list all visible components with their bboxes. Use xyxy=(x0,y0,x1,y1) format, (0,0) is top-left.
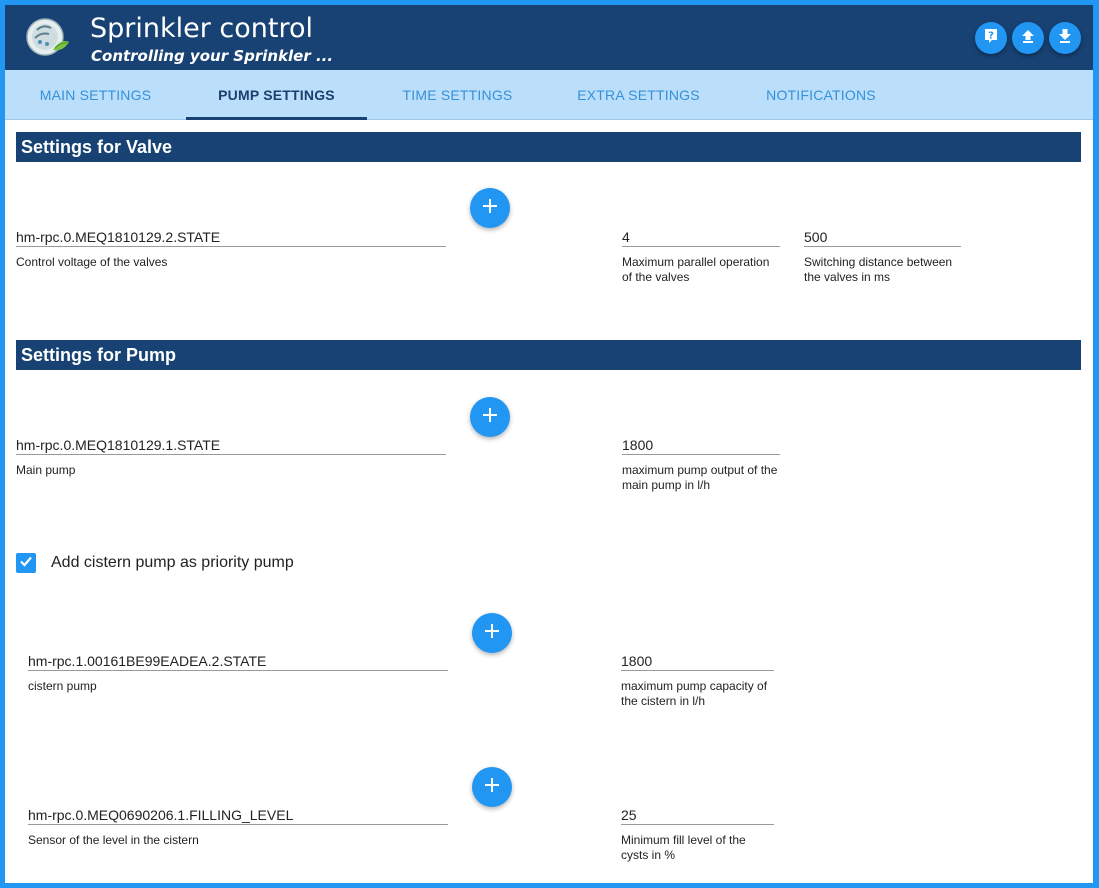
cistern-capacity-label: maximum pump capacity of the cistern in … xyxy=(621,679,768,708)
level-sensor-field: hm-rpc.0.MEQ0690206.1.FILLING_LEVEL Sens… xyxy=(28,801,448,848)
app-subtitle: Controlling your Sprinkler ... xyxy=(91,47,334,65)
add-level-sensor-button[interactable] xyxy=(472,767,512,807)
download-button[interactable] xyxy=(1049,22,1081,54)
min-fill-level-field: 25 Minimum fill level of the cysts in % xyxy=(621,801,774,863)
tab-time-settings[interactable]: TIME SETTINGS xyxy=(367,70,548,120)
cistern-capacity-field: 1800 maximum pump capacity of the cister… xyxy=(621,647,774,709)
main-pump-field: hm-rpc.0.MEQ1810129.1.STATE Main pump xyxy=(16,431,446,478)
max-parallel-field: 4 Maximum parallel operation of the valv… xyxy=(622,223,780,285)
valve-control-field: hm-rpc.0.MEQ1810129.2.STATE Control volt… xyxy=(16,223,446,270)
valve-section-title: Settings for Valve xyxy=(16,132,1081,162)
upload-button[interactable] xyxy=(1012,22,1044,54)
active-tab-indicator xyxy=(186,117,367,120)
plus-icon xyxy=(483,622,501,645)
app-title: Sprinkler control xyxy=(90,13,314,44)
cistern-pump-label: cistern pump xyxy=(28,679,97,693)
help-icon: ? xyxy=(982,27,1000,50)
min-fill-level-input[interactable]: 25 xyxy=(621,801,774,825)
plus-icon xyxy=(481,197,499,220)
main-pump-label: Main pump xyxy=(16,463,76,477)
pump-section-title: Settings for Pump xyxy=(16,340,1081,370)
cistern-priority-label: Add cistern pump as priority pump xyxy=(51,554,294,571)
settings-tabs: MAIN SETTINGS PUMP SETTINGS TIME SETTING… xyxy=(5,70,1093,120)
cistern-capacity-input[interactable]: 1800 xyxy=(621,647,774,671)
level-sensor-input[interactable]: hm-rpc.0.MEQ0690206.1.FILLING_LEVEL xyxy=(28,801,448,825)
sprinkler-logo-icon xyxy=(23,12,73,62)
add-main-pump-button[interactable] xyxy=(470,397,510,437)
help-button[interactable]: ? xyxy=(975,22,1007,54)
app-window: Sprinkler control Controlling your Sprin… xyxy=(5,5,1093,883)
valve-control-input[interactable]: hm-rpc.0.MEQ1810129.2.STATE xyxy=(16,223,446,247)
tab-pump-settings[interactable]: PUMP SETTINGS xyxy=(186,70,367,120)
add-cistern-pump-button[interactable] xyxy=(472,613,512,653)
valve-control-label: Control voltage of the valves xyxy=(16,255,168,269)
cistern-pump-input[interactable]: hm-rpc.1.00161BE99EADEA.2.STATE xyxy=(28,647,448,671)
min-fill-level-label: Minimum fill level of the cysts in % xyxy=(621,833,746,862)
tab-main-settings[interactable]: MAIN SETTINGS xyxy=(5,70,186,120)
upload-icon xyxy=(1020,28,1036,49)
main-pump-output-label: maximum pump output of the main pump in … xyxy=(622,463,778,492)
plus-icon xyxy=(481,406,499,429)
tab-notifications[interactable]: NOTIFICATIONS xyxy=(729,70,913,120)
cistern-pump-field: hm-rpc.1.00161BE99EADEA.2.STATE cistern … xyxy=(28,647,448,694)
max-parallel-label: Maximum parallel operation of the valves xyxy=(622,255,770,284)
add-valve-control-button[interactable] xyxy=(470,188,510,228)
main-pump-output-field: 1800 maximum pump output of the main pum… xyxy=(622,431,780,493)
main-pump-input[interactable]: hm-rpc.0.MEQ1810129.1.STATE xyxy=(16,431,446,455)
plus-icon xyxy=(483,776,501,799)
checkmark-icon xyxy=(18,553,34,574)
app-header: Sprinkler control Controlling your Sprin… xyxy=(5,5,1093,70)
switching-distance-input[interactable]: 500 xyxy=(804,223,961,247)
switching-distance-field: 500 Switching distance between the valve… xyxy=(804,223,961,285)
tab-extra-settings[interactable]: EXTRA SETTINGS xyxy=(548,70,729,120)
download-icon xyxy=(1057,28,1073,49)
max-parallel-input[interactable]: 4 xyxy=(622,223,780,247)
svg-text:?: ? xyxy=(988,30,994,41)
main-pump-output-input[interactable]: 1800 xyxy=(622,431,780,455)
cistern-priority-checkbox[interactable] xyxy=(16,553,36,573)
cistern-priority-row: Add cistern pump as priority pump xyxy=(16,551,294,575)
level-sensor-label: Sensor of the level in the cistern xyxy=(28,833,199,847)
switching-distance-label: Switching distance between the valves in… xyxy=(804,255,953,284)
